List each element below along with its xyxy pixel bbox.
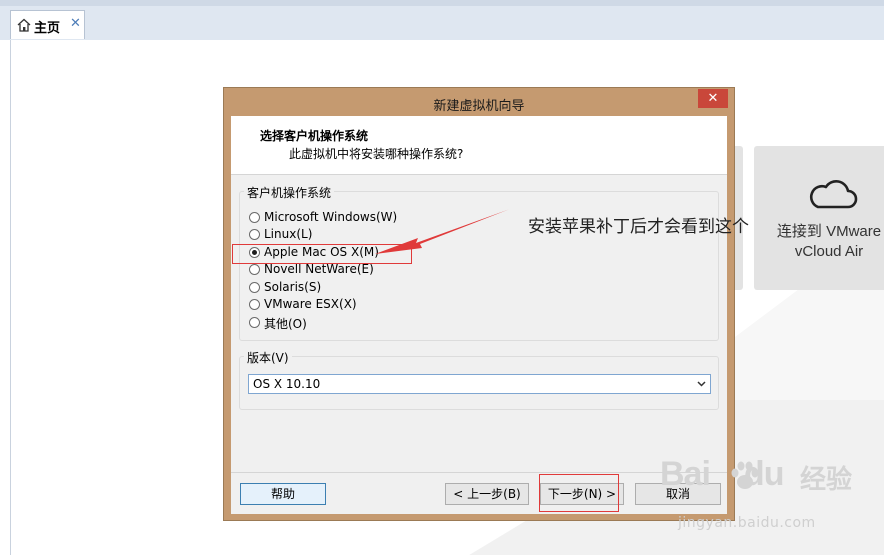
paw-icon (731, 461, 759, 489)
watermark-logo: Bai du (660, 455, 784, 494)
watermark-url: jingyan.baidu.com (678, 515, 816, 531)
watermark-jingyan: 经验 (800, 465, 853, 495)
watermark-logo-left: Bai (660, 455, 711, 493)
